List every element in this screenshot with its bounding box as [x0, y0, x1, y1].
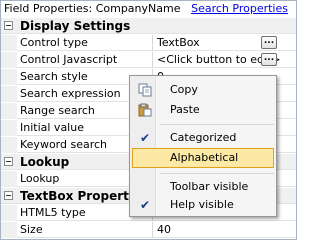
property-name: Range search — [20, 104, 95, 117]
menu-item-alphabetical[interactable]: Alphabetical — [132, 148, 274, 168]
column-divider — [152, 35, 153, 51]
properties-header: Field Properties: CompanyName Search Pro… — [1, 1, 296, 18]
ellipsis-button[interactable]: ... — [261, 53, 277, 66]
menu-item-toolbar-visible[interactable]: Toolbar visible — [132, 177, 274, 197]
column-divider — [152, 52, 153, 68]
menu-item-label: Categorized — [170, 131, 237, 144]
menu-item-categorized[interactable]: ✔ Categorized — [132, 128, 274, 148]
collapse-icon[interactable] — [4, 157, 13, 166]
property-value[interactable]: 40 — [157, 222, 171, 237]
category-display-settings[interactable]: Display Settings — [1, 18, 296, 34]
row-gutter — [1, 205, 17, 221]
property-name: Control Javascript — [20, 53, 118, 66]
menu-separator — [160, 173, 274, 174]
property-name: Control type — [20, 36, 88, 49]
row-gutter — [1, 69, 17, 85]
row-gutter — [1, 120, 17, 136]
row-gutter — [1, 35, 17, 51]
copy-icon — [138, 83, 152, 97]
menu-item-label: Paste — [170, 103, 200, 116]
category-label: Lookup — [20, 155, 70, 169]
paste-icon — [138, 103, 152, 117]
property-name: HTML5 type — [20, 206, 86, 219]
menu-item-label: Toolbar visible — [170, 180, 249, 193]
property-name: Search style — [20, 70, 88, 83]
row-gutter — [1, 171, 17, 187]
category-label: Display Settings — [20, 19, 131, 33]
property-row-control-javascript[interactable]: Control Javascript <Click button to edit… — [1, 52, 296, 68]
row-gutter — [1, 86, 17, 102]
collapse-icon[interactable] — [4, 191, 13, 200]
property-name: Lookup — [20, 172, 60, 185]
property-value[interactable]: TextBox — [157, 35, 200, 50]
property-row-control-type[interactable]: Control type TextBox ... — [1, 35, 296, 51]
row-gutter — [1, 103, 17, 119]
collapse-icon[interactable] — [4, 21, 13, 30]
ellipsis-button[interactable]: ... — [261, 36, 277, 49]
row-gutter — [1, 137, 17, 153]
property-name: Keyword search — [20, 138, 108, 151]
property-name: Size — [20, 223, 43, 236]
property-name: Initial value — [20, 121, 84, 134]
menu-item-copy[interactable]: Copy — [132, 80, 274, 100]
search-properties-link[interactable]: Search Properties — [191, 2, 288, 15]
field-properties-label: Field Properties: — [4, 2, 93, 15]
field-name: CompanyName — [95, 2, 181, 15]
menu-item-help-visible[interactable]: ✔ Help visible — [132, 195, 274, 215]
menu-item-label: Copy — [170, 83, 198, 96]
menu-item-paste[interactable]: Paste — [132, 100, 274, 120]
menu-item-label: Alphabetical — [170, 151, 239, 164]
checkmark-icon: ✔ — [140, 198, 151, 212]
menu-separator — [160, 124, 274, 125]
property-name: Search expression — [20, 87, 121, 100]
column-divider — [152, 222, 153, 238]
row-gutter — [1, 222, 17, 238]
checkmark-icon: ✔ — [140, 131, 151, 145]
menu-item-label: Help visible — [170, 198, 234, 211]
field-properties-title: Field Properties: CompanyName — [4, 2, 180, 15]
context-menu: Copy Paste ✔ Categorized Alphabetical To… — [129, 75, 277, 217]
row-gutter — [1, 52, 17, 68]
property-row-size[interactable]: Size 40 — [1, 222, 296, 238]
